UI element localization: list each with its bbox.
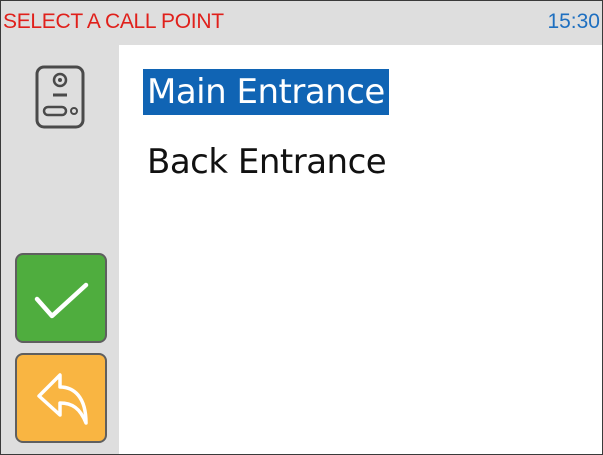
screen-title: SELECT A CALL POINT [3,10,224,33]
door-intercom-icon [35,65,85,129]
call-point-screen: SELECT A CALL POINT 15:30 Main Entrance … [0,0,603,455]
call-point-back-entrance[interactable]: Back Entrance [143,139,390,185]
clock-time: 15:30 [547,10,600,33]
back-button[interactable] [15,353,107,443]
call-point-main-entrance[interactable]: Main Entrance [143,69,389,115]
back-arrow-icon [37,373,88,425]
call-point-list: Main Entrance Back Entrance [119,45,602,454]
checkmark-icon [34,282,89,319]
confirm-button[interactable] [15,253,107,343]
sidebar [1,45,119,454]
header-bar: SELECT A CALL POINT 15:30 [1,1,602,45]
